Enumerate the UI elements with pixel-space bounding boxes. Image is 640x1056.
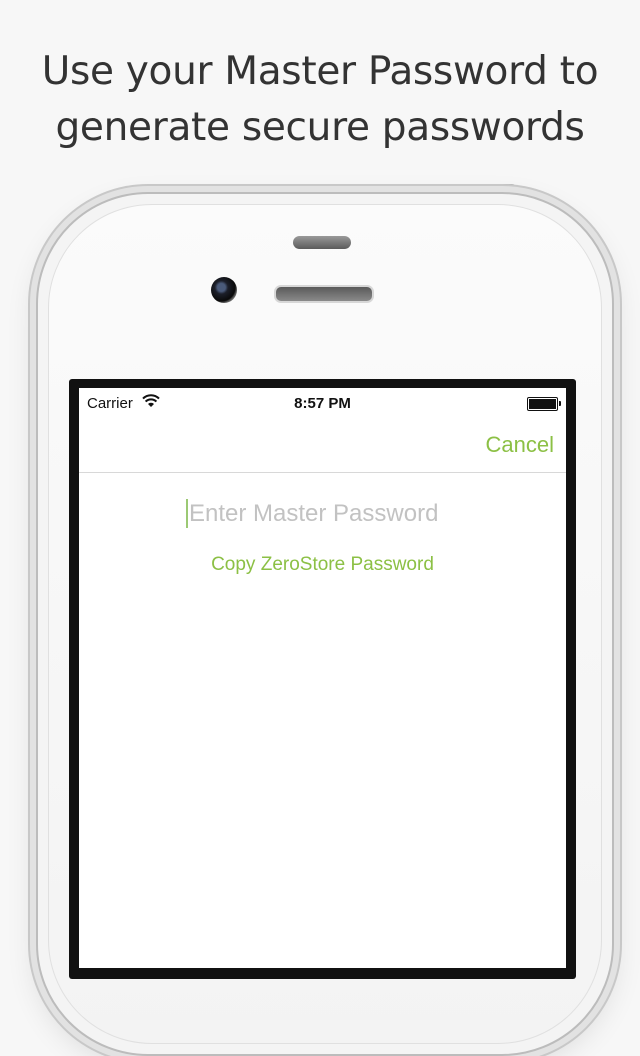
headline-line-2: generate secure passwords [55,105,585,150]
battery-icon [527,397,561,411]
nav-bar: Cancel [79,418,566,473]
cancel-button[interactable]: Cancel [486,432,554,458]
earpiece-speaker [274,285,374,303]
master-password-input[interactable] [189,496,459,532]
headline-line-1: Use your Master Password to [41,49,599,94]
phone-screen: Carrier 8:57 PM Cancel Copy ZeroStore Pa… [79,388,566,968]
text-cursor [186,499,188,528]
status-bar: Carrier 8:57 PM [79,388,566,418]
copy-zerostore-password-button[interactable]: Copy ZeroStore Password [79,554,566,576]
proximity-sensor [293,236,351,249]
master-password-field [79,496,566,532]
front-camera-icon [211,277,237,303]
headline: Use your Master Password to generate sec… [0,44,640,156]
status-time: 8:57 PM [294,395,351,412]
